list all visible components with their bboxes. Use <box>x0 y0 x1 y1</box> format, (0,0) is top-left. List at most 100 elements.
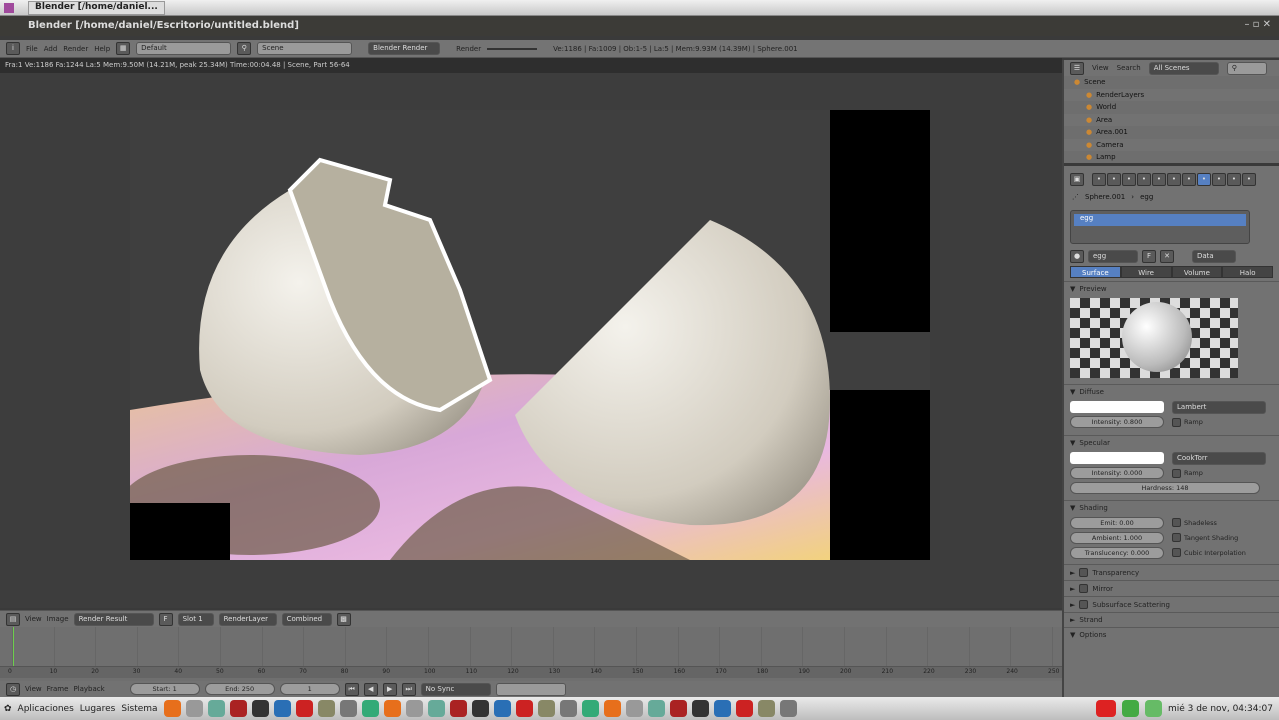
app-launcher-icon[interactable] <box>625 700 643 717</box>
app-launcher-icon[interactable] <box>537 700 555 717</box>
diffuse-intensity-slider[interactable]: Intensity: 0.800 <box>1070 416 1164 428</box>
app-launcher-icon[interactable] <box>471 700 489 717</box>
outliner-item[interactable]: ● Lamp <box>1064 151 1279 164</box>
skype-launcher-icon[interactable] <box>603 700 621 717</box>
menu-view[interactable]: View <box>25 685 42 693</box>
power-icon[interactable] <box>1095 700 1116 717</box>
scene-select[interactable]: Scene <box>257 42 353 55</box>
end-frame-field[interactable]: End: 250 <box>204 683 275 695</box>
link-data-select[interactable]: Data <box>1192 249 1236 263</box>
app-launcher-icon[interactable] <box>581 700 599 717</box>
clock[interactable]: mié 3 de nov, 04:34:07 <box>1168 704 1279 714</box>
layout-select[interactable]: Default <box>136 42 232 55</box>
display-mode-select[interactable]: All Scenes <box>1148 61 1219 75</box>
settings-launcher-icon[interactable] <box>185 700 203 717</box>
menu-frame[interactable]: Frame <box>47 685 69 693</box>
update-icon[interactable] <box>1121 700 1139 717</box>
tab-render-icon[interactable]: • <box>1092 172 1106 186</box>
jump-start-button[interactable]: ⏮ <box>344 682 359 696</box>
panel-preview[interactable]: ▼ Preview <box>1064 281 1279 296</box>
fake-user-button[interactable]: F <box>158 612 173 626</box>
app-menu-icon[interactable] <box>4 3 14 13</box>
shadeless-checkbox[interactable]: Shadeless <box>1172 518 1217 527</box>
tab-world-icon[interactable]: • <box>1122 172 1136 186</box>
tab-particles-icon[interactable]: • <box>1227 172 1241 186</box>
thunderbird-launcher-icon[interactable] <box>273 700 291 717</box>
editor-type-icon[interactable]: i <box>6 42 20 55</box>
material-name-field[interactable]: egg <box>1088 249 1138 263</box>
app-launcher-icon[interactable] <box>735 700 753 717</box>
pass-select[interactable]: Combined <box>281 612 332 626</box>
engine-select[interactable]: Blender Render <box>368 42 441 55</box>
app-launcher-icon[interactable] <box>779 700 797 717</box>
people-launcher-icon[interactable] <box>207 700 225 717</box>
app-launcher-icon[interactable] <box>493 700 511 717</box>
search-input[interactable]: ⚲ <box>1226 61 1267 75</box>
ambient-slider[interactable]: Ambient: 1.000 <box>1070 531 1164 544</box>
diffuse-color-swatch[interactable] <box>1070 401 1164 413</box>
display-channels-icon[interactable]: ▩ <box>336 612 351 626</box>
menu-image[interactable]: Image <box>47 615 69 623</box>
timeline-ruler[interactable]: 0 10 20 30 40 50 60 70 80 90 100 110 120 130 140 150 160… <box>0 666 1062 678</box>
terminal-launcher-icon[interactable] <box>251 700 269 717</box>
app-launcher-icon[interactable] <box>647 700 665 717</box>
outliner-item[interactable]: ● RenderLayers <box>1064 88 1279 101</box>
filezilla-launcher-icon[interactable] <box>295 700 313 717</box>
menu-playback[interactable]: Playback <box>73 685 104 693</box>
tab-scene-icon[interactable]: • <box>1107 172 1121 186</box>
outliner-item[interactable]: ● Scene <box>1064 76 1279 89</box>
window-controls[interactable]: – ▫ ✕ <box>1244 19 1271 30</box>
menu-view[interactable]: View <box>25 615 42 623</box>
tangent-shading-checkbox[interactable]: Tangent Shading <box>1172 533 1238 542</box>
media-launcher-icon[interactable] <box>229 700 247 717</box>
tab-texture-icon[interactable]: • <box>1212 172 1226 186</box>
app-launcher-icon[interactable] <box>405 700 423 717</box>
material-slot-item[interactable]: egg <box>1074 214 1246 226</box>
editor-type-icon[interactable]: ☰ <box>1070 61 1084 75</box>
specular-shader-select[interactable]: CookTorr <box>1172 451 1266 465</box>
menu-render[interactable]: Render <box>63 45 88 53</box>
hardness-slider[interactable]: Hardness: 148 <box>1070 482 1260 494</box>
editor-type-icon[interactable]: ▤ <box>6 612 20 626</box>
material-icon[interactable]: ● <box>1070 249 1084 263</box>
keying-set-field[interactable] <box>495 682 566 696</box>
slot-select[interactable]: Slot 1 <box>177 612 214 626</box>
panel-options[interactable]: ▼ Options <box>1064 627 1279 642</box>
app-launcher-icon[interactable] <box>691 700 709 717</box>
layer-select[interactable]: RenderLayer <box>218 612 277 626</box>
diffuse-ramp-checkbox[interactable]: Ramp <box>1172 417 1203 427</box>
translucency-slider[interactable]: Translucency: 0.000 <box>1070 546 1164 559</box>
fake-user-button[interactable]: F <box>1142 249 1156 263</box>
diffuse-shader-select[interactable]: Lambert <box>1172 400 1266 414</box>
cubic-interpolation-checkbox[interactable]: Cubic Interpolation <box>1172 548 1246 557</box>
app-launcher-icon[interactable] <box>757 700 775 717</box>
tab-object-icon[interactable]: • <box>1137 172 1151 186</box>
app-launcher-icon[interactable] <box>669 700 687 717</box>
tab-modifiers-icon[interactable]: • <box>1167 172 1181 186</box>
menu-search[interactable]: Search <box>1117 64 1141 72</box>
menu-lugares[interactable]: Lugares <box>80 704 116 714</box>
image-select[interactable]: Render Result <box>73 612 154 626</box>
outliner-item[interactable]: ● Area.001 <box>1064 126 1279 139</box>
gnome-foot-icon[interactable]: ✿ <box>4 704 12 714</box>
tab-surface[interactable]: Surface <box>1070 266 1121 278</box>
start-frame-field[interactable]: Start: 1 <box>129 683 200 695</box>
emit-slider[interactable]: Emit: 0.00 <box>1070 516 1164 529</box>
window-tab[interactable]: Blender [/home/daniel... <box>28 1 165 15</box>
app-launcher-icon[interactable] <box>515 700 533 717</box>
specular-color-swatch[interactable] <box>1070 452 1164 464</box>
panel-shading[interactable]: ▼ Shading <box>1064 500 1279 515</box>
app-launcher-icon[interactable] <box>339 700 357 717</box>
tab-constraints-icon[interactable]: • <box>1152 172 1166 186</box>
unlink-button[interactable]: ✕ <box>1160 249 1174 263</box>
menu-aplicaciones[interactable]: Aplicaciones <box>18 704 74 714</box>
current-frame-field[interactable]: 1 <box>279 683 340 695</box>
app-launcher-icon[interactable] <box>361 700 379 717</box>
app-launcher-icon[interactable] <box>427 700 445 717</box>
menu-help[interactable]: Help <box>94 45 110 53</box>
image-viewport[interactable] <box>0 73 1062 608</box>
editor-type-icon[interactable]: ◷ <box>6 682 20 696</box>
app-launcher-icon[interactable] <box>713 700 731 717</box>
outliner-item[interactable]: ● Camera <box>1064 138 1279 151</box>
panel-strand[interactable]: ► Strand <box>1064 612 1279 627</box>
